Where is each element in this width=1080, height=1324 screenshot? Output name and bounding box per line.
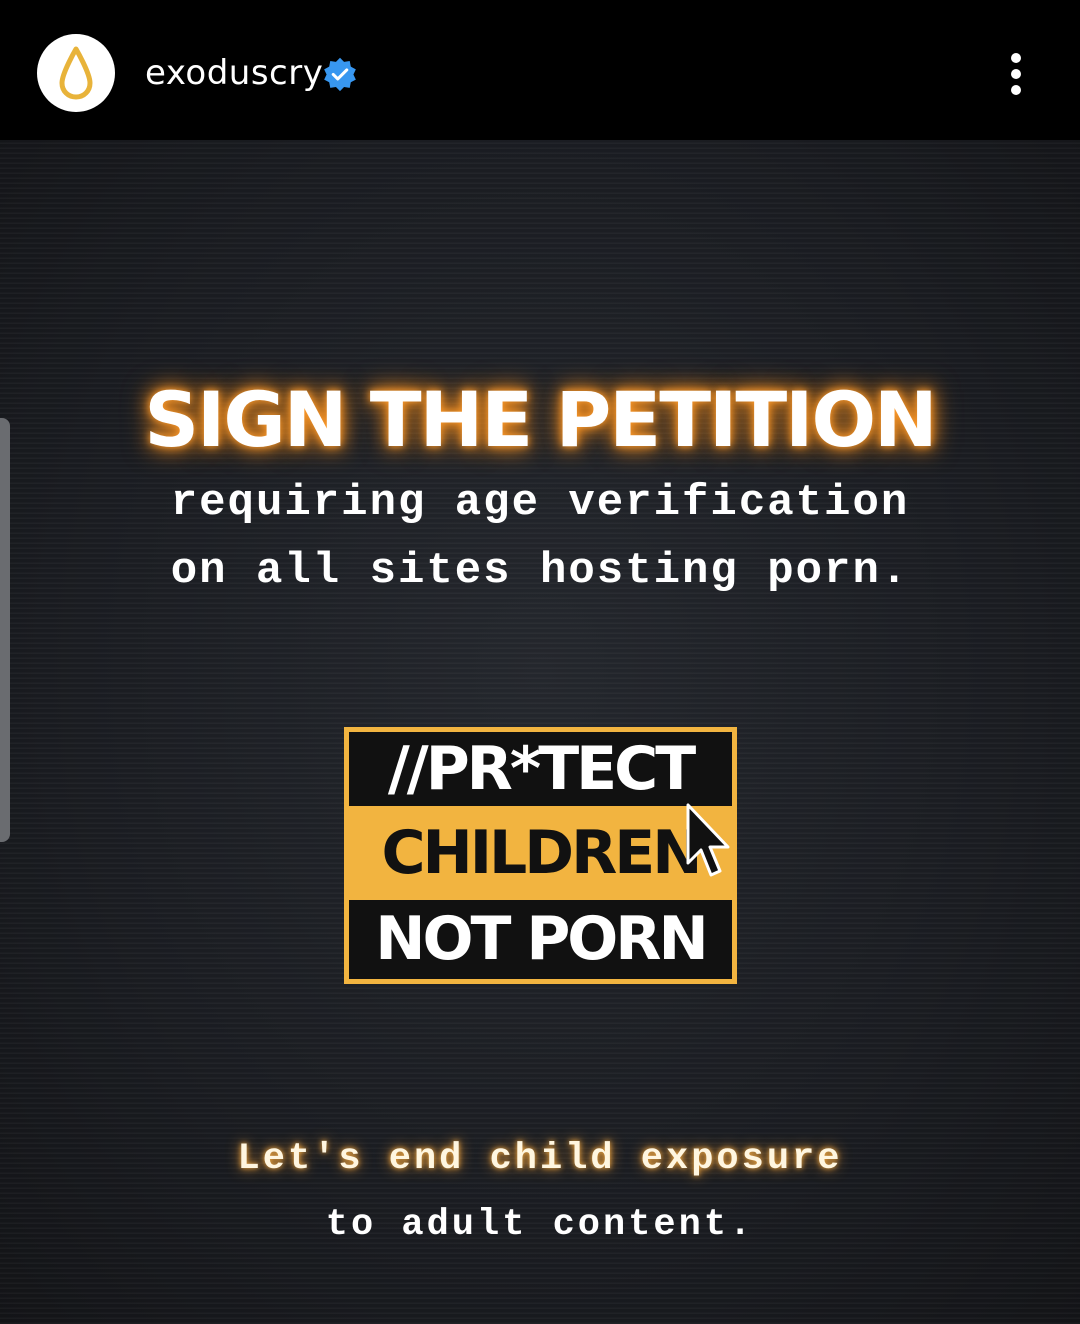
verified-badge-icon — [324, 57, 356, 92]
logo-row-protect: //PR*TECT — [349, 732, 732, 806]
headline: SIGN THE PETITION — [144, 375, 937, 464]
more-vertical-icon[interactable] — [996, 50, 1036, 98]
instagram-post-frame: exoduscry SIGN THE PETITION requiring ag… — [0, 0, 1080, 1324]
profile-username[interactable]: exoduscry — [145, 50, 323, 96]
post-image[interactable]: SIGN THE PETITION requiring age verifica… — [0, 140, 1080, 1324]
mouse-pointer-icon — [686, 803, 730, 877]
post-header: exoduscry — [0, 0, 1080, 140]
protect-children-logo: //PR*TECT CHILDREN NOT PORN — [344, 727, 737, 984]
logo-row-children: CHILDREN — [349, 814, 732, 892]
subline-2: on all sites hosting porn. — [170, 546, 910, 596]
tagline-2: to adult content. — [325, 1204, 755, 1246]
profile-avatar[interactable] — [37, 34, 115, 112]
logo-row-not-porn: NOT PORN — [349, 900, 732, 979]
tagline-1: Let's end child exposure — [237, 1138, 843, 1180]
subline-1: requiring age verification — [170, 478, 910, 528]
droplet-icon — [59, 46, 93, 100]
